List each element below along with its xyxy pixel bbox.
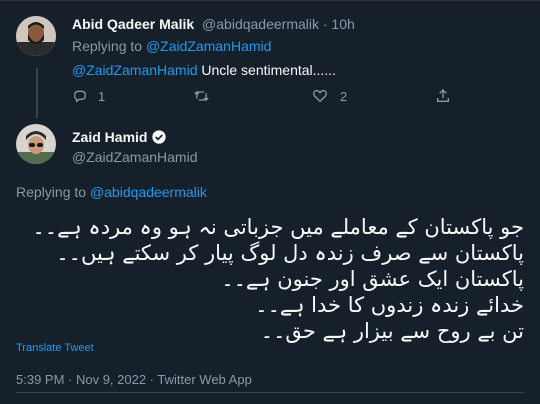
tweet-line: پاکستان ایک عشق اور جنون ہے۔۔ bbox=[221, 267, 524, 291]
tweet-line: خدائے زندہ زندوں کا خدا ہے۔۔ bbox=[255, 293, 524, 317]
reply-count: 1 bbox=[98, 88, 106, 104]
top-divider bbox=[0, 0, 540, 1]
translate-tweet-link[interactable]: Translate Tweet bbox=[16, 342, 94, 354]
handle-and-time[interactable]: @abidqadeermalik · 10h bbox=[202, 16, 355, 32]
reply-icon bbox=[73, 90, 87, 103]
avatar-zaid[interactable] bbox=[16, 124, 56, 164]
avatar-abid[interactable] bbox=[16, 16, 56, 56]
tweet-timestamp[interactable]: 5:39 PM · Nov 9, 2022 · Twitter Web App bbox=[16, 372, 252, 387]
author-handle[interactable]: @ZaidZamanHamid bbox=[72, 149, 197, 165]
tweet-line: پاکستان سے صرف زندہ دل لوگ پیار کر سکتے … bbox=[56, 241, 524, 265]
like-action[interactable]: 2 bbox=[312, 88, 347, 104]
tweet-text: جو پاکستان کے معاملے میں جزباتی نہ ہو وہ… bbox=[16, 214, 525, 344]
replying-to-label: Replying to bbox=[16, 184, 87, 200]
author-name[interactable]: Abid Qadeer Malik bbox=[72, 16, 194, 32]
share-icon bbox=[437, 89, 449, 102]
thread-connector bbox=[36, 68, 38, 118]
tweet-line: جو پاکستان کے معاملے میں جزباتی نہ ہو وہ… bbox=[32, 215, 525, 239]
retweet-action[interactable] bbox=[193, 88, 210, 104]
replying-to-handle[interactable]: @abidqadeermalik bbox=[90, 184, 207, 200]
share-action[interactable] bbox=[435, 88, 451, 109]
replying-to-handle[interactable]: @ZaidZamanHamid bbox=[146, 38, 271, 54]
footer-divider bbox=[16, 392, 524, 393]
retweet-icon bbox=[194, 91, 209, 101]
author-name[interactable]: Zaid Hamid bbox=[72, 129, 147, 145]
mention-link[interactable]: @ZaidZamanHamid bbox=[72, 62, 197, 78]
verified-badge-icon bbox=[152, 130, 167, 144]
replying-to-label: Replying to bbox=[72, 38, 143, 54]
like-count: 2 bbox=[340, 88, 348, 104]
heart-icon bbox=[313, 89, 327, 103]
tweet-line: تن بے روح سے بیزار ہے حق۔۔ bbox=[260, 319, 524, 343]
reply-action[interactable]: 1 bbox=[72, 88, 105, 104]
reply-text: Uncle sentimental...... bbox=[197, 62, 336, 78]
